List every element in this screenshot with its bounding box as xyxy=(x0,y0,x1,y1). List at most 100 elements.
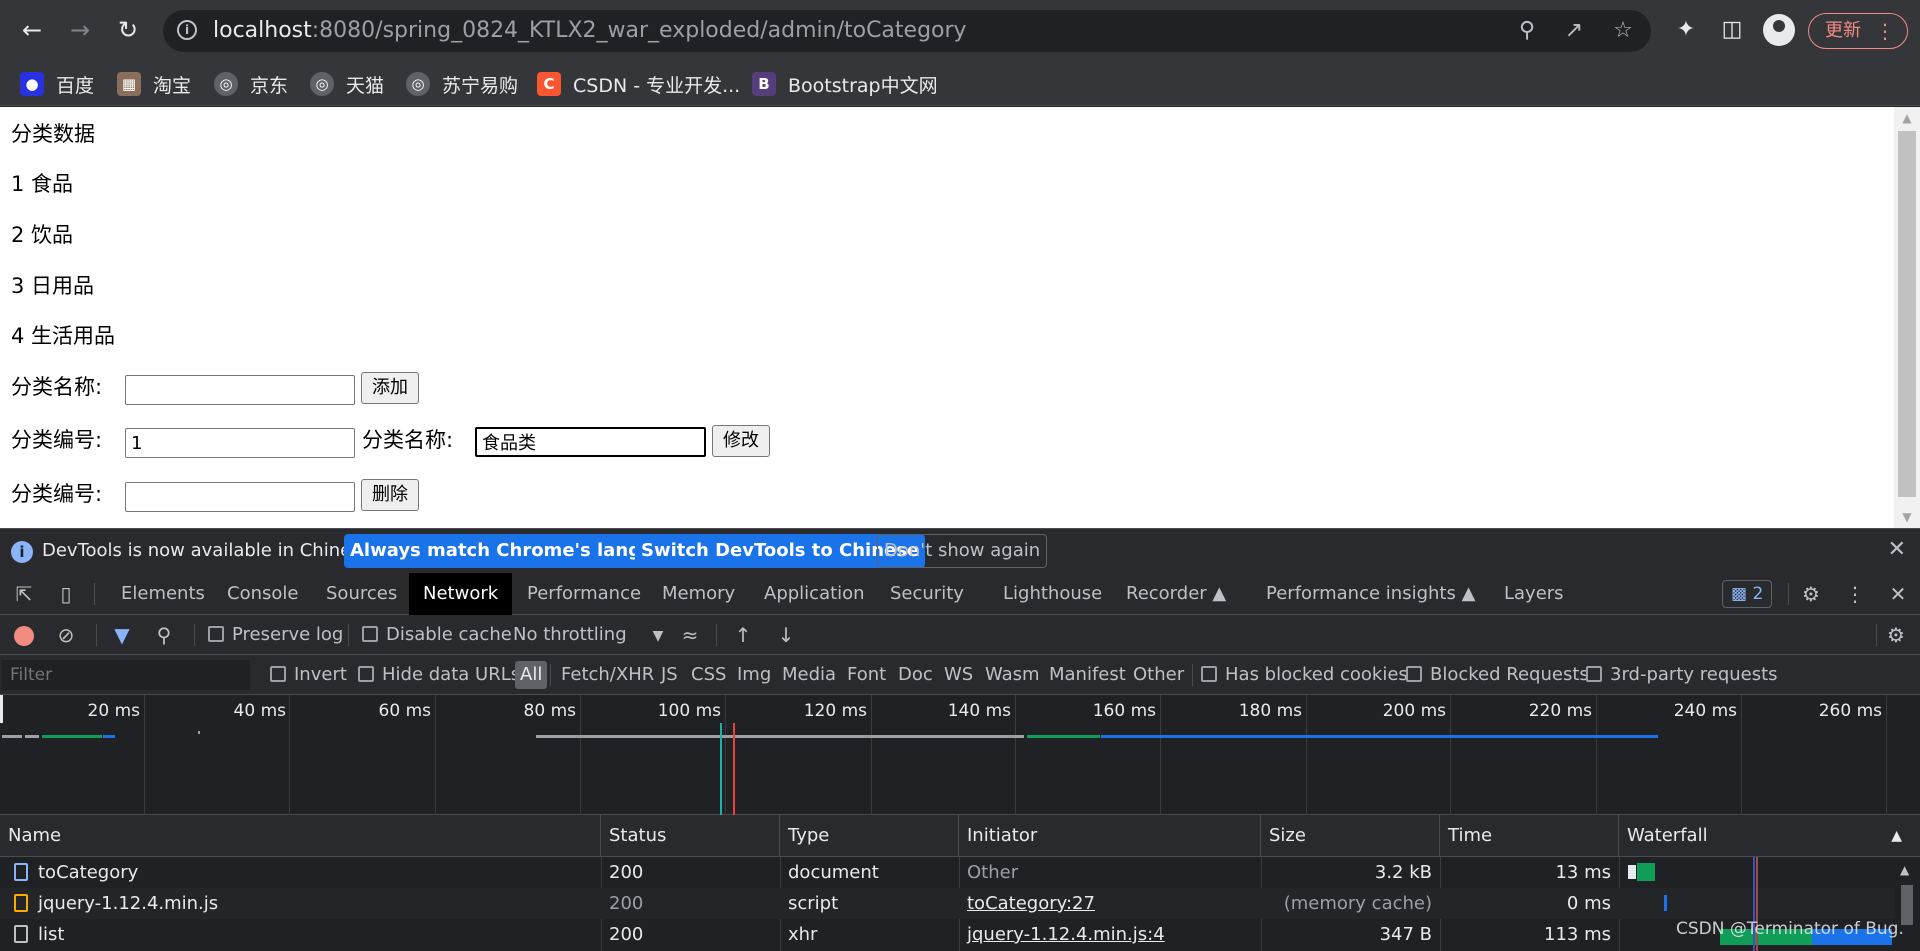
filter-type-css[interactable]: CSS xyxy=(691,655,726,695)
column-waterfall[interactable]: Waterfall ▲ xyxy=(1619,815,1920,857)
zoom-icon[interactable]: ⚲ xyxy=(1513,17,1541,45)
column-type[interactable]: Type xyxy=(780,815,959,857)
settings-gear-icon[interactable]: ⚙ xyxy=(1797,581,1825,607)
network-overview[interactable]: 20 ms 40 ms 60 ms 80 ms 100 ms 120 ms 14… xyxy=(0,695,1920,815)
column-size[interactable]: Size xyxy=(1261,815,1440,857)
tab-application[interactable]: Application xyxy=(750,573,879,615)
invert-checkbox[interactable]: Invert xyxy=(270,655,347,695)
request-initiator-link[interactable]: toCategory:27 xyxy=(959,888,1261,919)
forward-icon[interactable]: → xyxy=(62,12,98,48)
device-toolbar-icon[interactable]: ▯ xyxy=(52,581,80,607)
edit-name-input[interactable] xyxy=(475,427,706,457)
site-info-icon[interactable]: i xyxy=(177,20,197,40)
tab-lighthouse[interactable]: Lighthouse xyxy=(989,573,1116,615)
network-conditions-icon[interactable]: ≈ xyxy=(676,622,704,648)
bookmark-baidu[interactable]: ● 百度 xyxy=(20,68,94,100)
tab-layers[interactable]: Layers xyxy=(1490,573,1578,615)
more-options-icon[interactable]: ⋮ xyxy=(1841,581,1869,607)
issues-badge[interactable]: ▩ 2 xyxy=(1722,580,1773,608)
network-settings-icon[interactable]: ⚙ xyxy=(1882,622,1910,648)
filter-type-js[interactable]: JS xyxy=(661,655,678,695)
filter-type-doc[interactable]: Doc xyxy=(898,655,933,695)
tab-recorder[interactable]: Recorder ▲ xyxy=(1112,573,1240,615)
table-row[interactable]: list 200 xhr jquery-1.12.4.min.js:4 347 … xyxy=(0,919,1920,950)
filter-type-fetch-xhr[interactable]: Fetch/XHR xyxy=(561,655,654,695)
reload-icon[interactable]: ↻ xyxy=(110,12,146,48)
column-status[interactable]: Status xyxy=(601,815,780,857)
blocked-cookies-checkbox[interactable]: Has blocked cookies xyxy=(1201,655,1408,695)
column-name[interactable]: Name xyxy=(0,815,601,857)
column-initiator[interactable]: Initiator xyxy=(959,815,1261,857)
tab-elements[interactable]: Elements xyxy=(107,573,219,615)
bookmark-suning[interactable]: ◎ 苏宁易购 xyxy=(406,68,518,100)
bookmark-tmall[interactable]: ◎ 天猫 xyxy=(310,68,384,100)
tick-label: 140 ms xyxy=(947,701,1011,721)
scrollbar-thumb[interactable] xyxy=(1898,131,1916,497)
tab-console[interactable]: Console xyxy=(213,573,312,615)
baidu-icon: ● xyxy=(20,72,44,96)
close-icon[interactable]: ✕ xyxy=(1888,537,1906,562)
dont-show-again-button[interactable]: Don't show again xyxy=(877,534,1048,568)
edit-button[interactable]: 修改 xyxy=(712,425,770,457)
tab-network[interactable]: Network xyxy=(409,573,513,615)
scroll-up-icon[interactable]: ▲ xyxy=(1894,111,1920,125)
preserve-log-checkbox[interactable]: Preserve log xyxy=(208,615,343,655)
address-bar[interactable]: i localhost:8080/spring_0824_KTLX2_war_e… xyxy=(163,10,1651,52)
edit-id-input[interactable] xyxy=(125,428,355,458)
tab-memory[interactable]: Memory xyxy=(648,573,749,615)
bookmark-bootstrap[interactable]: B Bootstrap中文网 xyxy=(752,68,938,100)
throttling-select[interactable]: No throttling ▼ xyxy=(513,615,663,655)
bookmark-taobao[interactable]: ▦ 淘宝 xyxy=(117,68,191,100)
filter-type-all[interactable]: All xyxy=(515,661,548,689)
profile-avatar[interactable] xyxy=(1763,14,1795,46)
tab-sources[interactable]: Sources xyxy=(312,573,411,615)
add-name-input[interactable] xyxy=(125,375,355,405)
record-icon[interactable] xyxy=(14,626,34,646)
update-label: 更新 xyxy=(1825,20,1861,41)
request-initiator-link[interactable]: jquery-1.12.4.min.js:4 xyxy=(959,919,1261,950)
filter-input[interactable] xyxy=(2,660,250,690)
filter-type-media[interactable]: Media xyxy=(782,655,836,695)
delete-id-input[interactable] xyxy=(125,482,355,512)
tab-performance[interactable]: Performance xyxy=(513,573,655,615)
update-button[interactable]: 更新 ⋮ xyxy=(1808,13,1908,49)
disable-cache-checkbox[interactable]: Disable cache xyxy=(362,615,512,655)
extensions-icon[interactable]: ✦ xyxy=(1670,14,1702,46)
side-panel-icon[interactable]: ◫ xyxy=(1716,14,1748,46)
grid-line xyxy=(1306,695,1307,815)
bookmark-star-icon[interactable]: ☆ xyxy=(1609,17,1637,45)
table-row[interactable]: jquery-1.12.4.min.js 200 script toCatego… xyxy=(0,888,1920,919)
blocked-requests-checkbox[interactable]: Blocked Requests xyxy=(1406,655,1589,695)
filter-type-other[interactable]: Other xyxy=(1133,655,1184,695)
filter-type-font[interactable]: Font xyxy=(847,655,886,695)
column-time[interactable]: Time xyxy=(1440,815,1619,857)
divider xyxy=(348,624,349,646)
checkbox-box xyxy=(1586,666,1602,682)
filter-icon[interactable]: ▼ xyxy=(108,622,136,648)
filter-type-manifest[interactable]: Manifest xyxy=(1049,655,1126,695)
delete-button[interactable]: 删除 xyxy=(361,479,419,511)
close-devtools-icon[interactable]: ✕ xyxy=(1884,581,1912,607)
export-har-icon[interactable]: ↓ xyxy=(772,622,800,648)
scroll-down-icon[interactable]: ▼ xyxy=(1894,510,1920,524)
search-icon[interactable]: ⚲ xyxy=(150,622,178,648)
tab-performance-insights[interactable]: Performance insights ▲ xyxy=(1252,573,1489,615)
table-row[interactable]: toCategory 200 document Other 3.2 kB 13 … xyxy=(0,857,1920,888)
import-har-icon[interactable]: ↑ xyxy=(729,622,757,648)
tab-security[interactable]: Security xyxy=(876,573,978,615)
url-text[interactable]: localhost:8080/spring_0824_KTLX2_war_exp… xyxy=(213,18,967,43)
bookmark-jd[interactable]: ◎ 京东 xyxy=(214,68,288,100)
share-icon[interactable]: ↗ xyxy=(1560,17,1588,45)
third-party-checkbox[interactable]: 3rd-party requests xyxy=(1586,655,1778,695)
inspect-icon[interactable]: ⇱ xyxy=(10,581,38,607)
add-button[interactable]: 添加 xyxy=(361,372,419,404)
clear-icon[interactable]: ⊘ xyxy=(52,622,80,648)
bookmark-csdn[interactable]: C CSDN - 专业开发... xyxy=(537,68,740,100)
back-icon[interactable]: ← xyxy=(14,12,50,48)
page-scrollbar[interactable]: ▲ ▼ xyxy=(1894,107,1920,528)
hide-data-urls-checkbox[interactable]: Hide data URLs xyxy=(358,655,520,695)
scroll-up-icon[interactable]: ▲ xyxy=(1900,863,1909,877)
filter-type-img[interactable]: Img xyxy=(737,655,771,695)
filter-type-wasm[interactable]: Wasm xyxy=(985,655,1040,695)
filter-type-ws[interactable]: WS xyxy=(944,655,973,695)
